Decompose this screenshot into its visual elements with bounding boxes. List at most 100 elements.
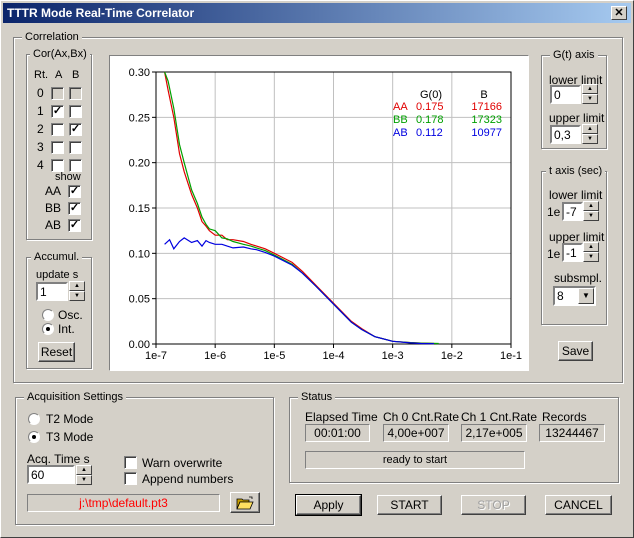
chart-svg: 1e-7 1e-6 1e-5 1e-4 1e-3 1e-2 1e-1 0.00 0.05 0.10… [129,67,522,362]
y-tick-label: 0.05 [129,294,150,306]
route-3-a-checkbox[interactable] [51,141,64,154]
spin-down-icon[interactable]: ▼ [583,211,599,221]
t-lower-prefix: 1e [547,205,561,219]
subsmpl-label: subsmpl. [554,271,603,285]
spin-down-icon[interactable]: ▼ [69,291,85,301]
save-button[interactable]: Save [558,341,593,361]
x-tick-label: 1e-3 [382,350,404,362]
gt-upper-spinner[interactable]: ▲ ▼ [582,124,598,144]
correlation-plot: 1e-7 1e-6 1e-5 1e-4 1e-3 1e-2 1e-1 0.00 0.05 0.10… [109,55,529,371]
chevron-down-icon[interactable]: ▼ [578,288,594,304]
t2-mode-label: T2 Mode [46,412,94,426]
spin-up-icon[interactable]: ▲ [69,281,85,291]
route-1-a-checkbox[interactable]: ✓ [51,105,64,118]
route-2-b-checkbox[interactable]: ✓ [69,123,82,136]
acq-time-label: Acq. Time s [27,452,90,466]
show-aa-label: AA [45,184,62,198]
spin-up-icon[interactable]: ▲ [582,124,598,134]
update-label: update s [36,269,79,281]
legend-g0-aa: 0.175 [416,101,444,113]
legend-header-g0: G(0) [420,89,442,101]
route-0-b-checkbox[interactable] [69,87,82,100]
t-upper-prefix: 1e [547,247,561,261]
col-header-b: B [72,69,80,81]
spin-down-icon[interactable]: ▼ [76,475,92,485]
start-button[interactable]: START [377,495,442,515]
int-label: Int. [58,322,75,336]
t-axis-group-label: t axis (sec) [546,164,606,178]
x-tick-label: 1e-2 [441,350,463,362]
file-path-display: j:\tmp\default.pt3 [27,494,220,512]
t3-mode-radio[interactable] [28,431,40,443]
route-0-a-checkbox[interactable] [51,87,64,100]
acq-time-spinner[interactable]: ▲ ▼ [76,465,92,485]
legend-name-bb: BB [393,114,408,126]
route-2-a-checkbox[interactable] [51,123,64,136]
route-1-b-checkbox[interactable] [69,105,82,118]
update-input[interactable]: 1 [36,282,68,301]
x-tick-label: 1e-1 [500,350,522,362]
show-ab-checkbox[interactable]: ✓ [68,219,81,232]
status-group-label: Status [298,390,336,404]
y-tick-label: 0.10 [129,248,150,260]
cor-group-label: Cor(Ax,Bx) [30,47,90,61]
accumul-group-label: Accumul. [31,250,83,264]
show-aa-checkbox[interactable]: ✓ [68,185,81,198]
x-tick-label: 1e-6 [204,350,226,362]
y-tick-label: 0.15 [129,203,150,215]
window-title: TTTR Mode Real-Time Correlator [7,6,195,20]
apply-button[interactable]: Apply [295,494,362,516]
append-numbers-checkbox[interactable] [124,472,137,485]
col-header-a: A [55,69,63,81]
cancel-button[interactable]: CANCEL [545,495,612,515]
warn-overwrite-label: Warn overwrite [142,456,223,470]
gt-lower-input[interactable]: 0 [550,85,581,104]
route-label: 0 [37,86,44,100]
status-message: ready to start [305,451,525,469]
y-tick-label: 0.25 [129,112,150,124]
warn-overwrite-checkbox[interactable] [124,456,137,469]
gt-upper-label: upper limit [549,111,605,125]
t2-mode-radio[interactable] [28,413,40,425]
t-lower-input[interactable]: -7 [562,202,583,221]
x-tick-label: 1e-4 [322,350,344,362]
spin-up-icon[interactable]: ▲ [583,242,599,252]
int-radio[interactable] [42,323,54,335]
acquisition-group-label: Acquisition Settings [24,390,126,404]
t3-mode-label: T3 Mode [46,430,94,444]
route-label: 4 [37,158,44,172]
update-spinner[interactable]: ▲ ▼ [69,281,85,301]
spin-up-icon[interactable]: ▲ [582,84,598,94]
t-lower-spinner[interactable]: ▲ ▼ [583,201,599,221]
spin-down-icon[interactable]: ▼ [582,134,598,144]
elapsed-time-label: Elapsed Time [305,410,378,424]
spin-up-icon[interactable]: ▲ [583,201,599,211]
osc-radio[interactable] [42,309,54,321]
t-lower-label: lower limit [549,188,603,202]
gt-axis-group-label: G(t) axis [550,48,598,62]
spin-down-icon[interactable]: ▼ [582,94,598,104]
subsmpl-value: 8 [557,289,564,303]
osc-label: Osc. [58,308,83,322]
t-upper-input[interactable]: -1 [562,243,583,262]
gt-lower-spinner[interactable]: ▲ ▼ [582,84,598,104]
legend-header-b: B [480,89,487,101]
close-button[interactable]: ✕ [611,6,627,20]
gt-upper-input[interactable]: 0,3 [550,125,581,144]
ch0-rate-label: Ch 0 Cnt.Rate [383,410,460,424]
browse-button[interactable] [230,492,260,513]
show-bb-checkbox[interactable]: ✓ [68,202,81,215]
t-upper-spinner[interactable]: ▲ ▼ [583,242,599,262]
legend-b-ab: 10977 [471,127,502,139]
spin-down-icon[interactable]: ▼ [583,252,599,262]
spin-up-icon[interactable]: ▲ [76,465,92,475]
show-bb-label: BB [45,201,62,215]
reset-button[interactable]: Reset [38,342,75,362]
ch1-rate-label: Ch 1 Cnt.Rate [461,410,538,424]
subsmpl-select[interactable]: 8 ▼ [553,286,596,306]
title-bar[interactable]: TTTR Mode Real-Time Correlator ✕ [3,3,631,23]
acq-time-input[interactable]: 60 [27,465,75,484]
stop-button[interactable]: STOP [461,495,526,515]
route-3-b-checkbox[interactable] [69,141,82,154]
legend-name-ab: AB [393,127,408,139]
